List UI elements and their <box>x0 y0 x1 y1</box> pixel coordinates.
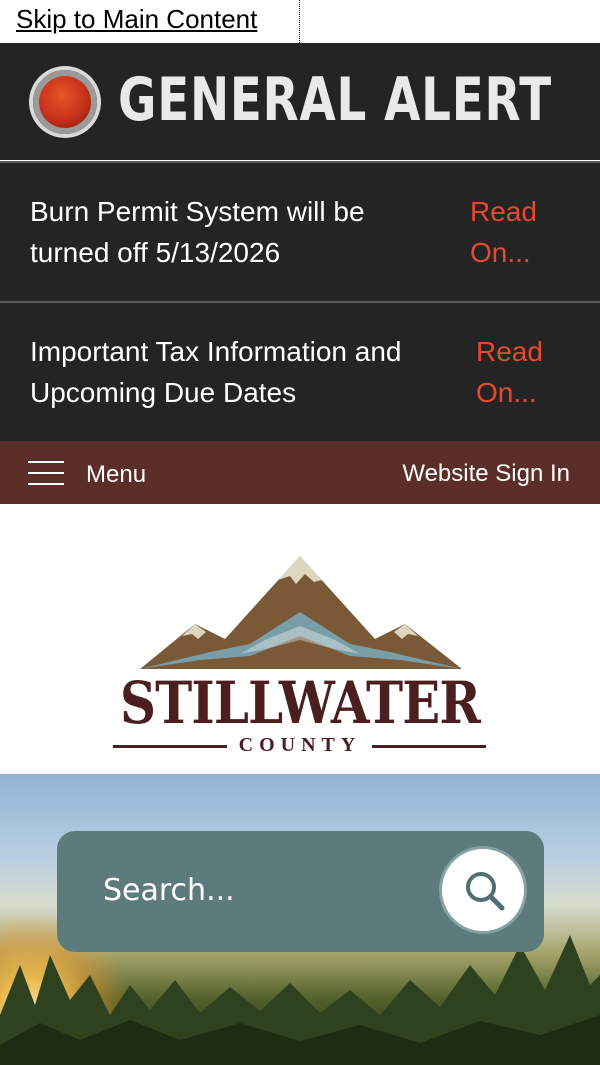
general-alert-header: GENERAL ALERT <box>0 43 600 160</box>
alert-light-icon <box>33 70 97 134</box>
hamburger-menu-icon[interactable] <box>28 460 64 486</box>
search-input[interactable]: Search... <box>103 873 235 908</box>
logo-divider-right <box>372 745 486 748</box>
website-sign-in-link[interactable]: Website Sign In <box>402 460 570 488</box>
skip-to-main-content-link[interactable]: Skip to Main Content <box>16 4 257 35</box>
logo-wordmark: STILLWATER <box>119 669 481 737</box>
alert-item-text: Burn Permit System will be turned off 5/… <box>30 196 365 268</box>
skip-link-container: Skip to Main Content <box>0 0 300 43</box>
alert-item-text: Important Tax Information and Upcoming D… <box>30 336 402 408</box>
search-icon <box>466 872 505 911</box>
alert-read-on-link[interactable]: Read On... <box>476 331 566 413</box>
alert-item: Burn Permit System will be turned off 5/… <box>0 161 600 301</box>
top-nav-bar: Menu Website Sign In <box>0 441 600 504</box>
logo-county-label: COUNTY <box>238 734 362 756</box>
mountain-logo-icon <box>140 556 462 669</box>
search-button[interactable] <box>439 846 527 934</box>
alert-title: GENERAL ALERT <box>118 65 552 135</box>
site-logo[interactable]: STILLWATER COUNTY <box>0 504 600 774</box>
alert-item: Important Tax Information and Upcoming D… <box>0 301 600 441</box>
menu-button-label[interactable]: Menu <box>86 461 146 489</box>
search-bar: Search... <box>57 831 544 952</box>
alert-read-on-link[interactable]: Read On... <box>470 191 560 273</box>
